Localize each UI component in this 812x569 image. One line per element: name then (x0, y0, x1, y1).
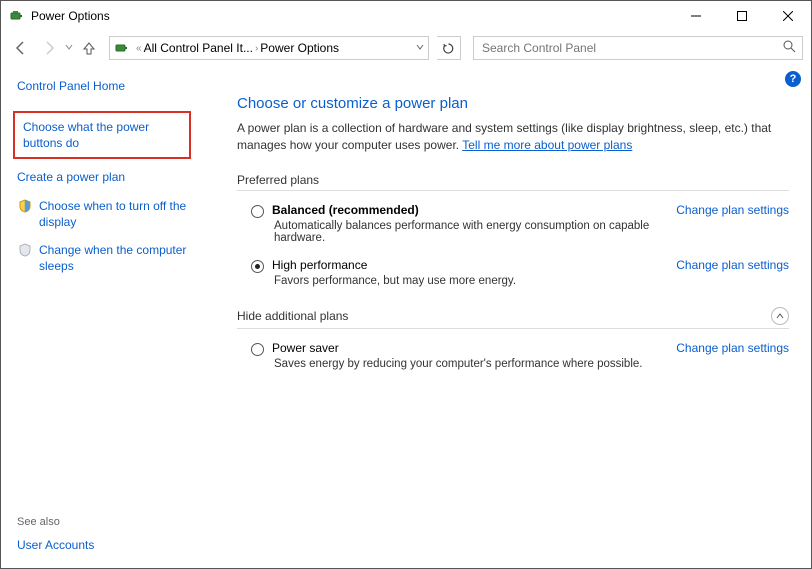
navigation-bar: « All Control Panel It... › Power Option… (1, 31, 811, 65)
sidebar-link-power-buttons[interactable]: Choose what the power buttons do (13, 111, 191, 159)
address-dropdown-icon[interactable] (416, 43, 424, 54)
battery-icon (9, 8, 25, 24)
change-settings-link[interactable]: Change plan settings (676, 258, 789, 272)
page-description: A power plan is a collection of hardware… (237, 120, 789, 155)
window-title: Power Options (31, 9, 110, 23)
search-icon[interactable] (783, 40, 796, 56)
recent-dropdown-icon[interactable] (65, 43, 73, 54)
see-also-user-accounts[interactable]: User Accounts (17, 538, 94, 552)
sidebar-link-display-off[interactable]: Choose when to turn off the display (17, 198, 189, 230)
plan-power-saver: Power saver Saves energy by reducing you… (237, 329, 789, 372)
collapse-icon[interactable] (771, 307, 789, 325)
plan-high-performance: High performance Favors performance, but… (237, 246, 789, 289)
forward-button[interactable] (37, 36, 61, 60)
shield-icon (17, 198, 33, 214)
maximize-button[interactable] (719, 1, 765, 31)
radio-high-performance[interactable] (251, 260, 264, 273)
see-also-header: See also (17, 516, 60, 528)
sidebar-link-label: Change when the computer sleeps (39, 242, 189, 274)
hide-additional-plans-header[interactable]: Hide additional plans (237, 307, 789, 329)
window-controls (673, 1, 811, 31)
control-panel-home-link[interactable]: Control Panel Home (17, 79, 189, 93)
title-bar: Power Options (1, 1, 811, 31)
plan-name: Balanced (recommended) (272, 203, 662, 217)
up-button[interactable] (77, 36, 101, 60)
shield-icon (17, 242, 33, 258)
search-bar[interactable] (473, 36, 803, 60)
plan-desc: Favors performance, but may use more ene… (272, 275, 662, 287)
plan-balanced: Balanced (recommended) Automatically bal… (237, 191, 789, 246)
preferred-plans-header: Preferred plans (237, 173, 789, 191)
radio-balanced[interactable] (251, 205, 264, 218)
sidebar-link-create-plan[interactable]: Create a power plan (17, 169, 189, 185)
section-title: Hide additional plans (237, 309, 348, 323)
back-button[interactable] (9, 36, 33, 60)
section-title: Preferred plans (237, 173, 319, 187)
change-settings-link[interactable]: Change plan settings (676, 341, 789, 355)
chevron-right-icon: › (255, 43, 258, 54)
battery-icon (114, 40, 130, 56)
chevron-left-icon: « (136, 43, 142, 54)
plan-desc: Saves energy by reducing your computer's… (272, 358, 662, 370)
plan-name: High performance (272, 258, 662, 272)
breadcrumb-segment[interactable]: All Control Panel It... (144, 41, 253, 55)
help-icon[interactable]: ? (785, 71, 801, 87)
radio-power-saver[interactable] (251, 343, 264, 356)
search-input[interactable] (480, 40, 783, 56)
close-button[interactable] (765, 1, 811, 31)
content-area: Control Panel Home Choose what the power… (1, 65, 811, 568)
main-panel: ? Choose or customize a power plan A pow… (201, 65, 811, 568)
plan-name: Power saver (272, 341, 662, 355)
change-settings-link[interactable]: Change plan settings (676, 203, 789, 217)
minimize-button[interactable] (673, 1, 719, 31)
plan-desc: Automatically balances performance with … (272, 220, 662, 244)
learn-more-link[interactable]: Tell me more about power plans (462, 138, 632, 152)
sidebar-link-label: Create a power plan (17, 169, 125, 185)
sidebar-link-label: Choose when to turn off the display (39, 198, 189, 230)
page-heading: Choose or customize a power plan (237, 95, 789, 112)
sidebar: Control Panel Home Choose what the power… (1, 65, 201, 568)
sidebar-link-sleep[interactable]: Change when the computer sleeps (17, 242, 189, 274)
sidebar-link-label: Choose what the power buttons do (23, 119, 181, 151)
address-bar[interactable]: « All Control Panel It... › Power Option… (109, 36, 429, 60)
breadcrumb-segment[interactable]: Power Options (260, 41, 339, 55)
refresh-button[interactable] (437, 36, 461, 60)
